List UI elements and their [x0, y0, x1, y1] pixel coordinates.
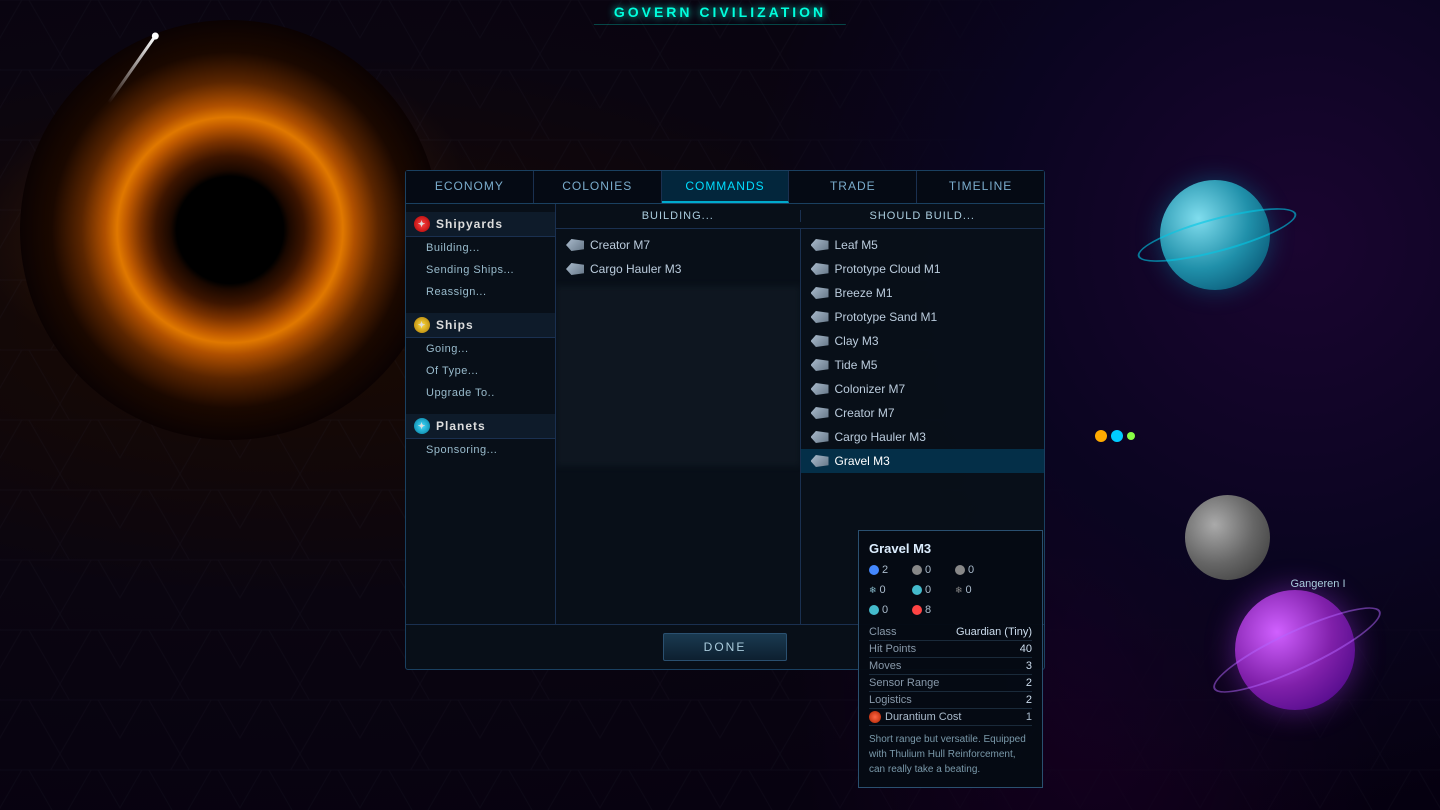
stat-icon-hp: [869, 605, 879, 615]
ship-icon-cargo2: [811, 431, 829, 443]
should-build-gravel-m3[interactable]: Gravel M3: [801, 449, 1045, 473]
sidebar-section-planets: ✦ Planets Sponsoring...: [406, 414, 555, 461]
tooltip-row-sensor-range: Sensor Range 2: [869, 675, 1032, 692]
panel-sidebar: ✦ Shipyards Building... Sending Ships...…: [406, 204, 556, 624]
planets-icon: ✦: [414, 418, 430, 434]
ship-icon-gravel: [811, 455, 829, 467]
sidebar-item-sponsoring[interactable]: Sponsoring...: [406, 439, 555, 461]
tooltip-row-class: Class Guardian (Tiny): [869, 624, 1032, 641]
sidebar-item-building[interactable]: Building...: [406, 237, 555, 259]
stat-attack: 2: [869, 564, 904, 576]
tab-bar: Economy Colonies Commands Trade Timeline: [406, 171, 1044, 204]
ship-icon-clay: [811, 335, 829, 347]
ship-icon-prototype-cloud: [811, 263, 829, 275]
tab-trade[interactable]: Trade: [789, 171, 917, 203]
blurred-ships-area: [556, 286, 800, 466]
should-build-tide-m5[interactable]: Tide M5: [801, 353, 1045, 377]
stat-icon-shield2: [912, 585, 922, 595]
tab-commands[interactable]: Commands: [662, 171, 790, 203]
columns-header: Building... Should Build...: [556, 204, 1044, 229]
stat-hp: 0: [869, 604, 904, 616]
stat-icon-hp2: [912, 605, 922, 615]
ship-icon-cargo: [566, 263, 584, 275]
ship-icon-leaf: [811, 239, 829, 251]
ship-icon-creator2: [811, 407, 829, 419]
stat-hp2: 8: [912, 604, 947, 616]
should-build-leaf-m5[interactable]: Leaf M5: [801, 233, 1045, 257]
stat-icon-shield: ❄: [869, 585, 877, 596]
durantium-icon: [869, 711, 881, 723]
stat-icon-snowflake2: ❄: [955, 585, 963, 596]
should-build-creator-m7[interactable]: Creator M7: [801, 401, 1045, 425]
should-build-prototype-sand-m1[interactable]: Prototype Sand M1: [801, 305, 1045, 329]
sidebar-item-going[interactable]: Going...: [406, 338, 555, 360]
sidebar-item-sending-ships[interactable]: Sending Ships...: [406, 259, 555, 281]
building-column: Creator M7 Cargo Hauler M3: [556, 229, 801, 624]
planet-label-gangeren: Gangeren I: [1268, 578, 1368, 590]
title-bar: Govern Civilization: [594, 0, 846, 25]
planet-gray: [1185, 495, 1270, 580]
should-build-prototype-cloud-m1[interactable]: Prototype Cloud M1: [801, 257, 1045, 281]
sidebar-section-ships: ✦ Ships Going... Of Type... Upgrade To..: [406, 313, 555, 404]
stat-icon-defense: [955, 565, 965, 575]
stat-shield: ❄ 0: [869, 584, 904, 596]
tooltip-description: Short range but versatile. Equipped with…: [869, 732, 1032, 777]
col-header-building: Building...: [556, 210, 800, 222]
sidebar-header-ships: ✦ Ships: [406, 313, 555, 338]
stat-defense: 0: [955, 564, 990, 576]
sidebar-section-shipyards: ✦ Shipyards Building... Sending Ships...…: [406, 212, 555, 303]
building-item-cargo-hauler-m3[interactable]: Cargo Hauler M3: [556, 257, 800, 281]
should-build-cargo-hauler-m3[interactable]: Cargo Hauler M3: [801, 425, 1045, 449]
ship-icon-tide: [811, 359, 829, 371]
ships-icon: ✦: [414, 317, 430, 333]
tab-timeline[interactable]: Timeline: [917, 171, 1044, 203]
tooltip-stats: 2 0 0 ❄ 0 0 ❄ 0 0 8: [869, 564, 1032, 616]
tooltip-gravel-m3: Gravel M3 2 0 0 ❄ 0 0 ❄ 0 0: [858, 530, 1043, 788]
tab-colonies[interactable]: Colonies: [534, 171, 662, 203]
tooltip-row-moves: Moves 3: [869, 658, 1032, 675]
ship-icon-prototype-sand: [811, 311, 829, 323]
building-item-creator-m7[interactable]: Creator M7: [556, 233, 800, 257]
sidebar-item-of-type[interactable]: Of Type...: [406, 360, 555, 382]
stat-icon-attack: [869, 565, 879, 575]
ship-icon-creator: [566, 239, 584, 251]
should-build-breeze-m1[interactable]: Breeze M1: [801, 281, 1045, 305]
tooltip-row-hitpoints: Hit Points 40: [869, 641, 1032, 658]
col-header-should-build: Should Build...: [801, 210, 1045, 222]
ship-icon-breeze: [811, 287, 829, 299]
stat-shield2: ❄ 0: [955, 584, 990, 596]
tooltip-row-durantium: Durantium Cost 1: [869, 709, 1032, 726]
planet-teal: [1160, 180, 1270, 290]
sidebar-header-shipyards: ✦ Shipyards: [406, 212, 555, 237]
stat-attack2: 0: [912, 564, 947, 576]
map-icon-teal: [1111, 430, 1123, 442]
ship-icon-colonizer: [811, 383, 829, 395]
stat-icon-attack2: [912, 565, 922, 575]
stat-defense2: 0: [912, 584, 947, 596]
map-icons-group: [1095, 430, 1135, 442]
map-icon-orange: [1095, 430, 1107, 442]
tooltip-title: Gravel M3: [869, 541, 1032, 556]
tooltip-row-logistics: Logistics 2: [869, 692, 1032, 709]
tab-economy[interactable]: Economy: [406, 171, 534, 203]
sidebar-header-planets: ✦ Planets: [406, 414, 555, 439]
should-build-clay-m3[interactable]: Clay M3: [801, 329, 1045, 353]
map-icon-green: [1127, 432, 1135, 440]
sidebar-item-reassign[interactable]: Reassign...: [406, 281, 555, 303]
done-button[interactable]: Done: [663, 633, 788, 661]
planet-purple: [1235, 590, 1355, 710]
sidebar-item-upgrade-to[interactable]: Upgrade To..: [406, 382, 555, 404]
shipyards-icon: ✦: [414, 216, 430, 232]
should-build-colonizer-m7[interactable]: Colonizer M7: [801, 377, 1045, 401]
